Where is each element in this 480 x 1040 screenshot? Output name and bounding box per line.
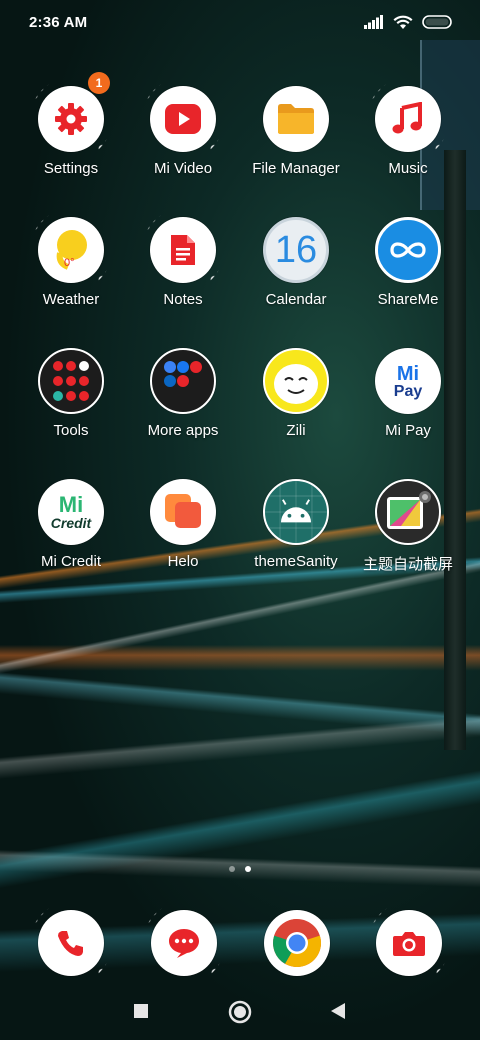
app-label: Weather: [42, 291, 100, 308]
helo-icon-wrap: [150, 479, 216, 545]
music-note-icon: [375, 86, 441, 152]
tools-icon-wrap: [38, 348, 104, 414]
android-icon: [263, 479, 329, 545]
app-file-manager[interactable]: File Manager: [240, 86, 352, 206]
notes-icon: [150, 217, 216, 283]
mi-credit-icon: Mi Credit: [38, 479, 104, 545]
folder-icon: [263, 86, 329, 152]
weather-temperature: 0°: [64, 257, 75, 269]
mi-pay-icon: Mi Pay: [375, 348, 441, 414]
app-label: File Manager: [252, 160, 340, 177]
settings-icon-wrap: 1: [30, 72, 112, 160]
more-apps-folder-icon: [150, 348, 216, 414]
file-manager-icon-wrap: [263, 86, 329, 152]
app-label: Settings: [43, 160, 99, 177]
mi-pay-icon-wrap: Mi Pay: [375, 348, 441, 414]
weather-sun-icon: 0°: [38, 217, 104, 283]
battery-icon: [422, 15, 452, 29]
more-apps-icon-wrap: [150, 348, 216, 414]
dock-chrome[interactable]: [264, 910, 330, 976]
signal-icon: [364, 15, 383, 29]
recents-button[interactable]: [133, 1003, 149, 1019]
status-bar: 2:36 AM: [0, 0, 480, 44]
zili-icon-wrap: [263, 348, 329, 414]
mi-pay-logo-bottom: Pay: [393, 383, 423, 400]
dock-camera[interactable]: [368, 902, 450, 984]
app-label: Helo: [167, 553, 199, 570]
app-music[interactable]: Music: [352, 78, 464, 206]
app-label: Zili: [286, 422, 306, 439]
app-label: 主题自动截屏: [362, 556, 453, 573]
navigation-bar: [0, 990, 480, 1034]
notification-badge: 1: [88, 72, 110, 94]
shareme-icon-wrap: [375, 217, 441, 283]
app-folder-more-apps[interactable]: More apps: [127, 348, 239, 468]
status-time: 2:36 AM: [29, 13, 88, 31]
app-mi-credit[interactable]: Mi Credit Mi Credit: [15, 479, 127, 599]
helo-icon: [150, 479, 216, 545]
settings-gear-icon: [38, 86, 104, 152]
page-dot-1[interactable]: [229, 866, 235, 872]
app-label: ShareMe: [377, 291, 439, 308]
square-icon: [134, 1004, 148, 1018]
tools-folder-icon: [38, 348, 104, 414]
page-indicator: [0, 866, 480, 872]
app-label: Tools: [53, 422, 89, 439]
mi-pay-logo-top: Mi: [396, 363, 420, 385]
calendar-icon: 16: [263, 217, 329, 283]
themesanity-icon-wrap: [263, 479, 329, 545]
app-shareme[interactable]: ShareMe: [352, 217, 464, 337]
app-notes[interactable]: Notes: [127, 209, 239, 337]
page-dot-2-active[interactable]: [245, 866, 251, 872]
mi-video-icon-wrap: [142, 78, 224, 160]
home-circle-icon: [228, 1000, 252, 1024]
calendar-icon-wrap: 16: [263, 217, 329, 283]
back-triangle-icon: [331, 1003, 345, 1019]
mi-credit-logo-bottom: Credit: [50, 515, 92, 531]
app-helo[interactable]: Helo: [127, 479, 239, 599]
app-settings[interactable]: 1 Settings: [15, 72, 127, 206]
calendar-day-number: 16: [274, 228, 318, 271]
app-label: More apps: [147, 422, 219, 439]
music-icon-wrap: [367, 78, 449, 160]
app-label: Mi Credit: [40, 553, 101, 570]
wifi-icon: [393, 15, 413, 29]
weather-icon-wrap: 0°: [30, 209, 112, 291]
mi-credit-icon-wrap: Mi Credit: [38, 479, 104, 545]
camera-icon: [376, 910, 442, 976]
shareme-icon: [375, 217, 441, 283]
app-label: Mi Video: [153, 160, 213, 177]
app-mi-video[interactable]: Mi Video: [127, 78, 239, 206]
app-label: Mi Pay: [385, 422, 431, 439]
app-calendar[interactable]: 16 Calendar: [240, 217, 352, 337]
dock-messages[interactable]: [143, 902, 225, 984]
app-label: Notes: [163, 291, 203, 308]
app-folder-tools[interactable]: Tools: [15, 348, 127, 468]
home-button[interactable]: [228, 1000, 252, 1024]
mi-credit-logo-top: Mi: [58, 492, 84, 517]
app-weather[interactable]: 0° Weather: [15, 209, 127, 337]
app-zili[interactable]: Zili: [240, 348, 352, 468]
phone-icon: [38, 910, 104, 976]
dock-phone[interactable]: [30, 902, 112, 984]
chrome-icon: [264, 910, 330, 976]
notes-icon-wrap: [142, 209, 224, 291]
status-icons: [364, 15, 452, 30]
app-label: Music: [388, 160, 428, 177]
app-themesanity[interactable]: themeSanity: [240, 479, 352, 599]
app-label: themeSanity: [254, 553, 338, 570]
app-label: Calendar: [265, 291, 327, 308]
theme-screenshot-icon-wrap: [375, 479, 441, 545]
screenshot-theme-icon: [375, 479, 441, 545]
zili-face-icon: [263, 348, 329, 414]
back-button[interactable]: [330, 1002, 346, 1020]
play-icon: [150, 86, 216, 152]
message-icon: [151, 910, 217, 976]
app-mi-pay[interactable]: Mi Pay Mi Pay: [352, 348, 464, 468]
app-theme-auto-screenshot[interactable]: 主题自动截屏: [352, 479, 464, 599]
